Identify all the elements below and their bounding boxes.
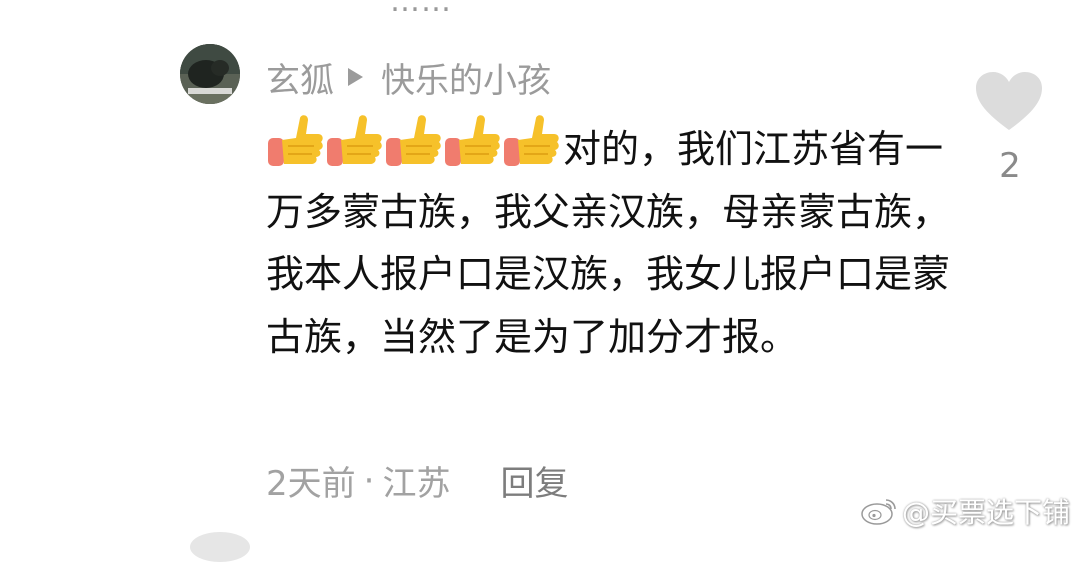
weibo-logo-icon — [861, 499, 896, 525]
comment-location: 江苏 — [382, 464, 451, 504]
thumbs-up-icon — [386, 115, 441, 166]
thumbs-up-icon — [268, 115, 323, 166]
thumbs-up-icon — [445, 115, 500, 166]
comment-body: 对的，我们江苏省有一万多蒙古族，我父亲汉族，母亲蒙古族，我本人报户口是汉族，我女… — [266, 112, 956, 368]
avatar[interactable] — [180, 44, 240, 104]
reply-button[interactable]: 回复 — [500, 456, 568, 505]
next-avatar-remnant — [190, 532, 250, 562]
heart-icon — [976, 72, 1042, 130]
emoji-row — [266, 112, 561, 170]
previous-comment-remnant: …… — [390, 0, 452, 19]
watermark: @买票选下铺 — [860, 491, 1070, 531]
meta-separator: · — [363, 460, 375, 501]
comment-meta: 2天前 · 江苏 回复 — [266, 456, 568, 505]
comment-header: 玄狐 快乐的小孩 — [266, 52, 551, 102]
thumbs-up-icon — [327, 115, 382, 166]
reply-to-name[interactable]: 快乐的小孩 — [381, 53, 551, 102]
like-button[interactable] — [974, 72, 1044, 136]
watermark-text: @买票选下铺 — [901, 496, 1070, 529]
comment-time: 2天前 — [266, 464, 356, 504]
reply-arrow-icon — [348, 68, 363, 86]
thumbs-up-icon — [504, 115, 559, 166]
author-name[interactable]: 玄狐 — [266, 53, 334, 102]
like-count: 2 — [999, 146, 1021, 186]
